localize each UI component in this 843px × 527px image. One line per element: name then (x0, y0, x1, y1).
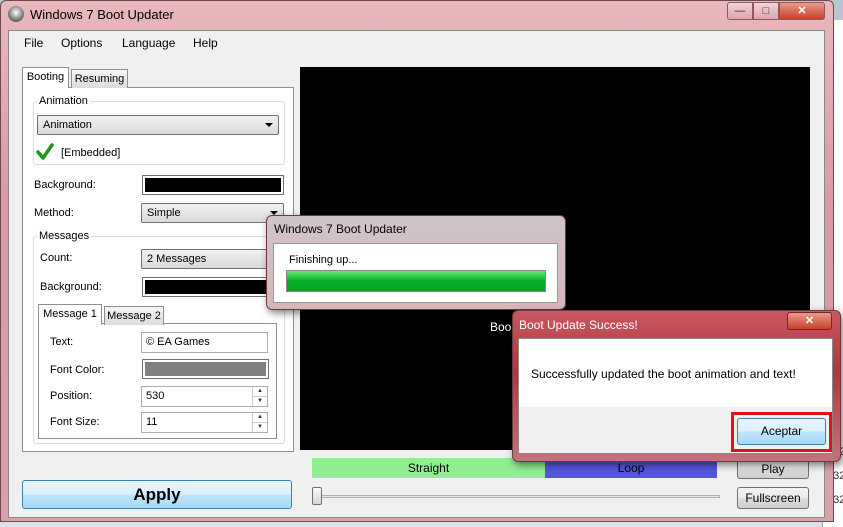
text-label: Text: (50, 336, 74, 348)
position-stepper[interactable]: 530 ▲ ▼ (141, 386, 268, 407)
chevron-down-icon (265, 123, 273, 127)
success-close-button[interactable]: ✕ (787, 312, 832, 330)
tab-resuming[interactable]: Resuming (71, 69, 128, 88)
menu-options[interactable]: Options (61, 36, 102, 50)
font-size-spin[interactable]: ▲ ▼ (252, 413, 267, 432)
apply-button[interactable]: Apply (22, 480, 292, 509)
tab-message-2[interactable]: Message 2 (104, 306, 164, 325)
spin-down-icon[interactable]: ▼ (253, 397, 267, 406)
straight-label: Straight (407, 461, 450, 475)
background-color-swatch (145, 178, 281, 192)
messages-group-label: Messages (37, 230, 92, 242)
font-color-swatch (145, 362, 266, 376)
count-dropdown[interactable]: 2 Messages (141, 249, 281, 269)
progress-bar-fill (287, 271, 545, 291)
menu-file[interactable]: File (24, 36, 43, 50)
position-label: Position: (50, 390, 93, 402)
progress-message: Finishing up... (289, 254, 358, 266)
animation-dropdown[interactable]: Animation (37, 115, 279, 135)
aceptar-button[interactable]: Aceptar (737, 418, 826, 445)
font-size-stepper[interactable]: 11 ▲ ▼ (141, 412, 268, 433)
spin-up-icon[interactable]: ▲ (253, 387, 267, 397)
loop-label: Loop (617, 461, 645, 475)
spin-up-icon[interactable]: ▲ (253, 413, 267, 423)
tab-message-1[interactable]: Message 1 (38, 304, 102, 325)
progress-bar (286, 270, 546, 292)
font-size-label: Font Size: (50, 416, 100, 428)
progress-dialog-title: Windows 7 Boot Updater (274, 222, 407, 236)
position-spin[interactable]: ▲ ▼ (252, 387, 267, 406)
text-input[interactable]: © EA Games (141, 332, 268, 353)
messages-background-label: Background: (40, 281, 102, 293)
method-dropdown-value: Simple (147, 207, 181, 219)
animation-status: [Embedded] (61, 147, 121, 159)
timeline-slider[interactable] (312, 495, 720, 498)
close-button[interactable]: ✕ (779, 2, 825, 20)
messages-background-color-button[interactable] (142, 277, 282, 297)
count-label: Count: (40, 252, 73, 264)
position-value: 530 (146, 390, 165, 402)
timeline-slider-thumb[interactable] (312, 487, 322, 505)
checkmark-icon (36, 143, 54, 161)
minimize-button[interactable]: — (727, 2, 753, 20)
background-color-button[interactable] (142, 175, 284, 195)
success-dialog-title: Boot Update Success! (519, 318, 638, 332)
window-title: Windows 7 Boot Updater (30, 7, 174, 22)
menu-help[interactable]: Help (193, 36, 218, 50)
messages-background-color-swatch (145, 280, 279, 294)
app-icon (8, 6, 24, 22)
animation-dropdown-value: Animation (43, 119, 92, 131)
background-label: Background: (34, 179, 96, 191)
font-color-label: Font Color: (50, 364, 105, 376)
count-dropdown-value: 2 Messages (147, 253, 207, 265)
font-size-value: 11 (146, 416, 158, 428)
menu-language[interactable]: Language (122, 36, 175, 50)
animation-group-label: Animation (37, 95, 90, 107)
straight-segment[interactable]: Straight (312, 458, 545, 478)
method-dropdown[interactable]: Simple (141, 203, 284, 223)
play-button[interactable]: Play (737, 459, 809, 479)
success-message: Successfully updated the boot animation … (531, 367, 796, 381)
font-color-button[interactable] (142, 359, 269, 379)
preview-text: Boo (490, 320, 512, 334)
spin-down-icon[interactable]: ▼ (253, 423, 267, 432)
maximize-button[interactable]: □ (753, 2, 779, 20)
tab-booting[interactable]: Booting (22, 67, 69, 88)
fullscreen-button[interactable]: Fullscreen (737, 487, 809, 509)
method-label: Method: (34, 207, 74, 219)
